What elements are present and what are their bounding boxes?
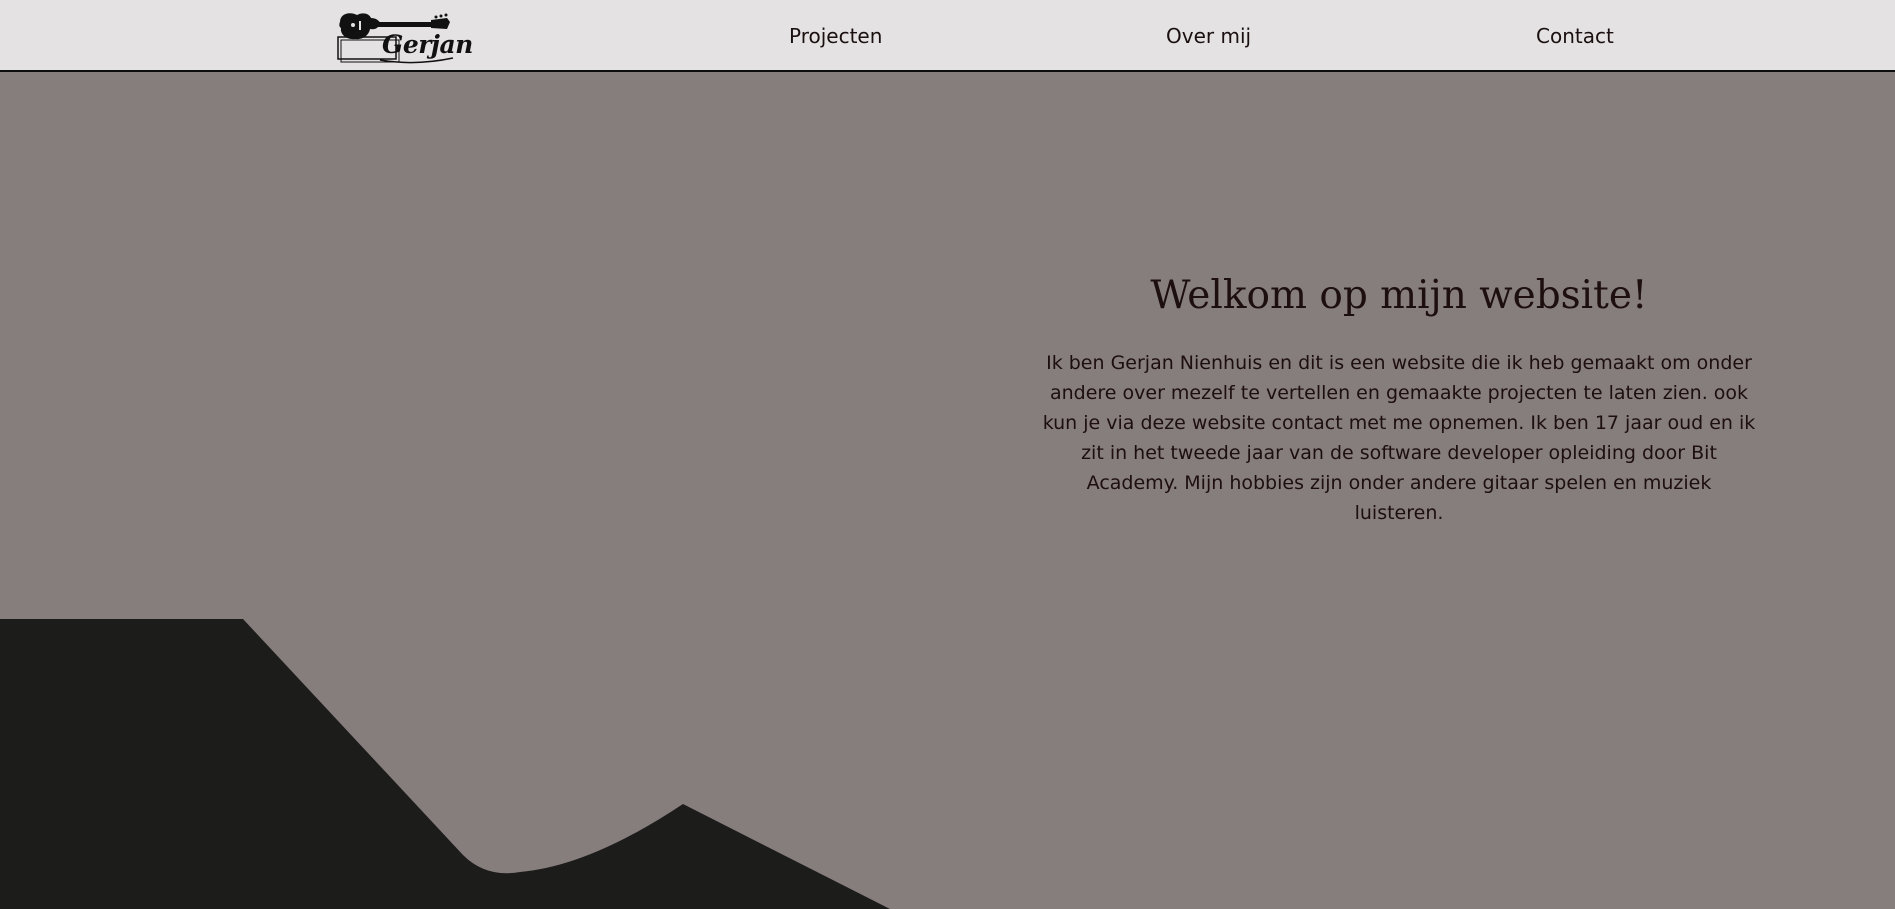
navbar: Gerjan Projecten Over mij Contact <box>0 0 1895 72</box>
hero-title: Welkom op mijn website! <box>1150 273 1648 318</box>
site-logo[interactable]: Gerjan <box>335 8 473 66</box>
logo-text: Gerjan <box>382 30 473 59</box>
nav-link-over-mij[interactable]: Over mij <box>1166 24 1251 48</box>
nav-link-projecten[interactable]: Projecten <box>789 24 882 48</box>
hero-section: Welkom op mijn website! Ik ben Gerjan Ni… <box>1040 268 1758 528</box>
nav-link-contact[interactable]: Contact <box>1536 24 1614 48</box>
hero-description: Ik ben Gerjan Nienhuis en dit is een web… <box>1042 352 1756 524</box>
